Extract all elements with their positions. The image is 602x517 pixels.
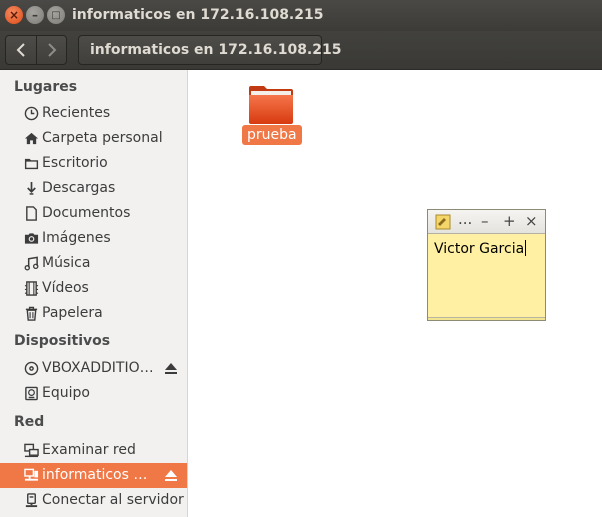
sidebar-item-musica[interactable]: Música <box>0 251 187 276</box>
music-icon <box>24 256 38 270</box>
sticky-note-window[interactable]: ... – + × Victor Garcia <box>427 209 546 321</box>
sidebar-item-documentos[interactable]: Documentos <box>0 201 187 226</box>
sidebar-item-examinar-red[interactable]: Examinar red <box>0 438 187 463</box>
sticky-note-icon <box>435 214 451 230</box>
sidebar-item-vboxadditions[interactable]: VBOXADDITIO… <box>0 356 187 381</box>
path-bar-button[interactable]: informaticos en 172.16.108.215 <box>78 35 341 65</box>
disc-icon <box>24 361 38 375</box>
sidebar-item-label: Equipo <box>42 385 90 401</box>
sidebar-item-label: Descargas <box>42 180 116 196</box>
sidebar-item-carpeta-personal[interactable]: Carpeta personal <box>0 126 187 151</box>
sidebar-header-devices: Dispositivos <box>14 333 111 349</box>
sidebar-header-places: Lugares <box>14 79 78 95</box>
sticky-note-resize-bar[interactable] <box>428 317 545 320</box>
sidebar-item-label: Recientes <box>42 105 111 121</box>
minimize-icon: – <box>32 8 38 22</box>
window-title: informaticos en 172.16.108.215 <box>72 7 324 23</box>
note-menu-button[interactable]: ... <box>458 210 472 228</box>
home-icon <box>24 132 38 144</box>
document-icon <box>25 205 37 221</box>
sidebar-item-conectar-servidor[interactable]: Conectar al servidor <box>0 488 187 513</box>
window-minimize-button[interactable]: – <box>26 6 44 24</box>
folder-icon <box>24 158 38 169</box>
sidebar-item-label: Imágenes <box>42 230 111 246</box>
sidebar-item-label: VBOXADDITIO… <box>42 360 154 376</box>
film-icon <box>24 280 38 296</box>
folder-icon[interactable] <box>248 85 294 125</box>
sidebar-item-recientes[interactable]: Recientes <box>0 101 187 126</box>
sticky-note-text-area[interactable]: Victor Garcia <box>434 240 527 257</box>
sidebar: Lugares Recientes Carpeta personal Escri… <box>0 70 188 517</box>
sidebar-item-label: Examinar red <box>42 442 136 458</box>
sidebar-item-escritorio[interactable]: Escritorio <box>0 151 187 176</box>
sidebar-item-label: Conectar al servidor <box>42 492 184 508</box>
sidebar-item-informaticos[interactable]: informaticos … <box>0 463 187 488</box>
harddrive-icon <box>24 386 38 400</box>
close-icon: × <box>8 8 20 22</box>
sidebar-item-label: Carpeta personal <box>42 130 163 146</box>
sidebar-item-label: Papelera <box>42 305 103 321</box>
sidebar-item-papelera[interactable]: Papelera <box>0 301 187 326</box>
window-titlebar: × – □ informaticos en 172.16.108.215 <box>0 0 602 31</box>
text-caret <box>525 240 527 256</box>
trash-icon <box>25 306 37 321</box>
sticky-note-text: Victor Garcia <box>434 241 525 257</box>
network-share-icon <box>23 468 38 481</box>
sidebar-item-equipo[interactable]: Equipo <box>0 381 187 406</box>
maximize-icon: □ <box>51 9 61 21</box>
note-close-button[interactable]: × <box>525 212 538 230</box>
chevron-right-icon <box>47 43 56 57</box>
toolbar: informaticos en 172.16.108.215 <box>0 31 602 70</box>
eject-icon[interactable] <box>164 362 178 375</box>
sidebar-item-label: Vídeos <box>42 280 89 296</box>
server-icon <box>25 492 37 507</box>
window-maximize-button[interactable]: □ <box>47 6 65 24</box>
note-minimize-button[interactable]: – <box>481 212 489 230</box>
note-add-button[interactable]: + <box>503 212 516 230</box>
clock-icon <box>24 106 38 120</box>
sidebar-item-descargas[interactable]: Descargas <box>0 176 187 201</box>
eject-icon[interactable] <box>164 469 178 482</box>
sidebar-item-label: Documentos <box>42 205 131 221</box>
sidebar-item-videos[interactable]: Vídeos <box>0 276 187 301</box>
path-label: informaticos en 172.16.108.215 <box>90 42 342 58</box>
folder-label[interactable]: prueba <box>242 125 302 145</box>
chevron-left-icon <box>16 43 25 57</box>
download-icon <box>26 181 36 195</box>
window-close-button[interactable]: × <box>5 6 23 24</box>
nav-button-group <box>5 35 67 65</box>
sidebar-item-label: informaticos … <box>42 467 148 483</box>
back-button[interactable] <box>6 36 36 64</box>
sticky-note-titlebar[interactable]: ... – + × <box>428 210 545 234</box>
sidebar-item-label: Música <box>42 255 91 271</box>
sidebar-item-label: Escritorio <box>42 155 108 171</box>
sidebar-item-imagenes[interactable]: Imágenes <box>0 226 187 251</box>
network-icon <box>23 443 39 457</box>
forward-button[interactable] <box>36 36 66 64</box>
sidebar-header-network: Red <box>14 414 45 430</box>
camera-icon <box>24 232 38 244</box>
